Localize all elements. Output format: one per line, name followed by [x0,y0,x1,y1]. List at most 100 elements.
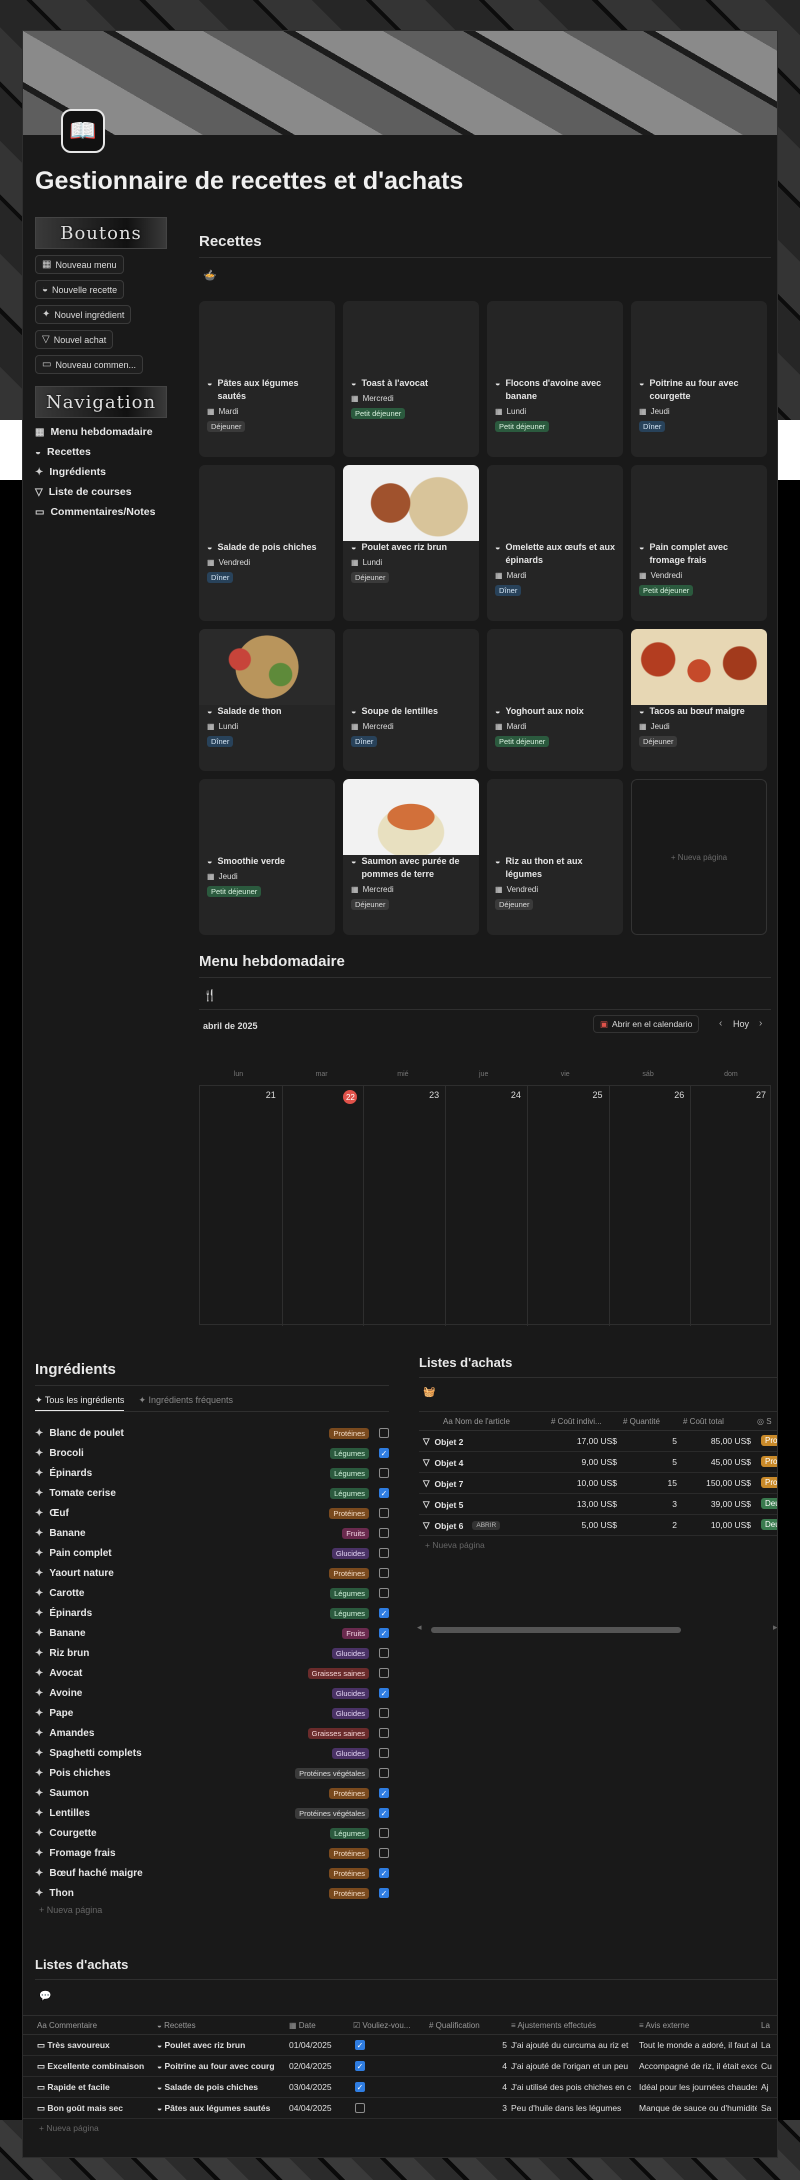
checkbox[interactable] [379,1828,389,1838]
new-item-button[interactable]: ▭ Nouveau commen... [35,355,143,374]
recipe-card[interactable]: ◒ Salade de thon ▦ Lundi Dîner [199,629,335,771]
checkbox[interactable] [379,1528,389,1538]
recipe-card[interactable]: ◒ Poulet avec riz brun ▦ Lundi Déjeuner [343,465,479,621]
ingredient-row[interactable]: ✦ Saumon Protéines ✓ [35,1783,389,1803]
checkbox[interactable] [379,1548,389,1558]
ingredient-row[interactable]: ✦ Épinards Légumes [35,1463,389,1483]
column-header[interactable]: # Coût total [683,1417,755,1426]
column-header[interactable]: # Quantité [623,1417,681,1426]
column-header[interactable]: Aa Nom de l'article [443,1417,549,1426]
table-row[interactable]: ▭ Excellente combinaison ◒ Poitrine au fo… [23,2056,777,2077]
column-header[interactable]: ◎ S [757,1417,777,1426]
checkbox[interactable] [379,1568,389,1578]
calendar-day-cell[interactable]: 23 [363,1086,445,1326]
calendar-day-cell[interactable]: 22 [281,1086,364,1326]
recipe-card[interactable]: ◒ Salade de pois chiches ▦ Vendredi Dîner [199,465,335,621]
open-calendar-button[interactable]: ▣ Abrir en el calendario [593,1015,700,1033]
column-header[interactable]: ≡ Avis externe [639,2021,757,2030]
ingredient-row[interactable]: ✦ Avocat Graisses saines [35,1663,389,1683]
recipe-card[interactable]: ◒ Soupe de lentilles ▦ Mercredi Dîner [343,629,479,771]
table-row[interactable]: ▽ Objet 2 17,00 US$ 5 85,00 US$ Pro [419,1431,777,1452]
recipe-card[interactable]: ◒ Smoothie verde ▦ Jeudi Petit déjeuner [199,779,335,935]
new-page-card[interactable]: + Nueva página [631,779,767,935]
checkbox[interactable]: ✓ [379,1688,389,1698]
ingredient-row[interactable]: ✦ Pois chiches Protéines végétales [35,1763,389,1783]
column-header[interactable]: # Coût indivi... [551,1417,621,1426]
checkbox[interactable] [379,1468,389,1478]
table-row[interactable]: ▭ Très savoureux ◒ Poulet avec riz brun 01… [23,2035,777,2056]
ingredient-row[interactable]: ✦ Riz brun Glucides [35,1643,389,1663]
ingredient-row[interactable]: ✦ Œuf Protéines [35,1503,389,1523]
ingredient-row[interactable]: ✦ Brocoli Légumes ✓ [35,1443,389,1463]
ingredient-row[interactable]: ✦ Tomate cerise Légumes ✓ [35,1483,389,1503]
table-row[interactable]: ▽ Objet 7 10,00 US$ 15 150,00 US$ Pro [419,1473,777,1494]
column-header[interactable]: ≡ Ajustements effectués [511,2021,635,2030]
calendar-day-cell[interactable]: 26 [608,1086,691,1326]
checkbox[interactable] [379,1588,389,1598]
column-header[interactable]: ▦ Date [289,2021,349,2030]
recipe-card[interactable]: ◒ Poitrine au four avec courgette ▦ Jeudi Dî… [631,301,767,457]
checkbox[interactable]: ✓ [355,2040,365,2050]
tab-all-ingredients[interactable]: ✦ Tous les ingrédients [35,1395,125,1411]
scroll-right-icon[interactable]: ▸ [773,1622,777,1633]
column-header[interactable]: ◒ Recettes [157,2021,285,2030]
recipe-card[interactable]: ◒ Toast à l'avocat ▦ Mercredi Petit déjeuner [343,301,479,457]
open-button[interactable]: ABRIR [472,1521,501,1530]
new-page-button[interactable]: + Nueva página [39,2123,99,2133]
ingredient-row[interactable]: ✦ Banane Fruits [35,1523,389,1543]
new-item-button[interactable]: ◒ Nouvelle recette [35,280,125,299]
new-item-button[interactable]: ✦ Nouvel ingrédient [35,305,132,324]
checkbox[interactable]: ✓ [379,1488,389,1498]
checkbox[interactable]: ✓ [379,1628,389,1638]
checkbox[interactable]: ✓ [379,1808,389,1818]
checkbox[interactable] [379,1848,389,1858]
calendar-grid[interactable]: 21 22 23 24 25 26 27 [199,1085,771,1326]
horizontal-scrollbar[interactable] [431,1627,681,1633]
checkbox[interactable]: ✓ [379,1868,389,1878]
checkbox[interactable] [379,1708,389,1718]
ingredient-row[interactable]: ✦ Fromage frais Protéines [35,1843,389,1863]
checkbox[interactable]: ✓ [379,1608,389,1618]
calendar-day-cell[interactable]: 25 [526,1086,609,1326]
ingredient-row[interactable]: ✦ Courgette Légumes [35,1823,389,1843]
table-row[interactable]: ▭ Bon goût mais sec ◒ Pâtes aux légumes s… [23,2098,777,2119]
table-row[interactable]: ▽ Objet 4 9,00 US$ 5 45,00 US$ Pro [419,1452,777,1473]
scroll-left-icon[interactable]: ◂ [417,1622,422,1633]
table-row[interactable]: ▽ Objet 5 13,00 US$ 3 39,00 US$ Deu [419,1494,777,1515]
column-header[interactable]: La [761,2021,777,2030]
table-row[interactable]: ▽ Objet 6 ABRIR 5,00 US$ 2 10,00 US$ Deu [419,1515,777,1536]
recipe-card[interactable]: ◒ Pâtes aux légumes sautés ▦ Mardi Déjeuner [199,301,335,457]
ingredient-row[interactable]: ✦ Yaourt nature Protéines [35,1563,389,1583]
checkbox[interactable] [379,1428,389,1438]
nav-item[interactable]: ▽ Liste de courses [35,486,167,498]
new-page-button[interactable]: + Nueva página [39,1905,102,1915]
checkbox[interactable]: ✓ [379,1788,389,1798]
checkbox[interactable] [379,1508,389,1518]
new-item-button[interactable]: ▦ Nouveau menu [35,255,124,274]
column-header[interactable]: ☑ Vouliez-vou... [353,2021,425,2030]
nav-item[interactable]: ▦ Menu hebdomadaire [35,426,167,438]
checkbox[interactable] [379,1748,389,1758]
checkbox[interactable] [379,1668,389,1678]
ingredient-row[interactable]: ✦ Amandes Graisses saines [35,1723,389,1743]
recipe-card[interactable]: ◒ Yoghourt aux noix ▦ Mardi Petit déjeuner [487,629,623,771]
checkbox[interactable]: ✓ [355,2082,365,2092]
ingredient-row[interactable]: ✦ Lentilles Protéines végétales ✓ [35,1803,389,1823]
ingredient-row[interactable]: ✦ Carotte Légumes [35,1583,389,1603]
today-button[interactable]: Hoy [733,1019,749,1029]
calendar-day-cell[interactable]: 24 [445,1086,527,1326]
calendar-day-cell[interactable]: 21 [200,1086,282,1326]
tab-frequent-ingredients[interactable]: ✦ Ingrédients fréquents [138,1395,233,1411]
ingredient-row[interactable]: ✦ Épinards Légumes ✓ [35,1603,389,1623]
recipe-card[interactable]: ◒ Omelette aux œufs et aux épinards ▦ Mardi… [487,465,623,621]
chevron-left-icon[interactable]: ‹ [719,1018,722,1029]
checkbox[interactable] [379,1648,389,1658]
new-item-button[interactable]: ▽ Nouvel achat [35,330,114,349]
nav-item[interactable]: ▭ Commentaires/Notes [35,506,167,518]
ingredient-row[interactable]: ✦ Avoine Glucides ✓ [35,1683,389,1703]
checkbox[interactable] [379,1768,389,1778]
ingredient-row[interactable]: ✦ Pape Glucides [35,1703,389,1723]
ingredient-row[interactable]: ✦ Banane Fruits ✓ [35,1623,389,1643]
chevron-right-icon[interactable]: › [759,1018,762,1029]
new-page-button[interactable]: + Nueva página [425,1540,485,1550]
